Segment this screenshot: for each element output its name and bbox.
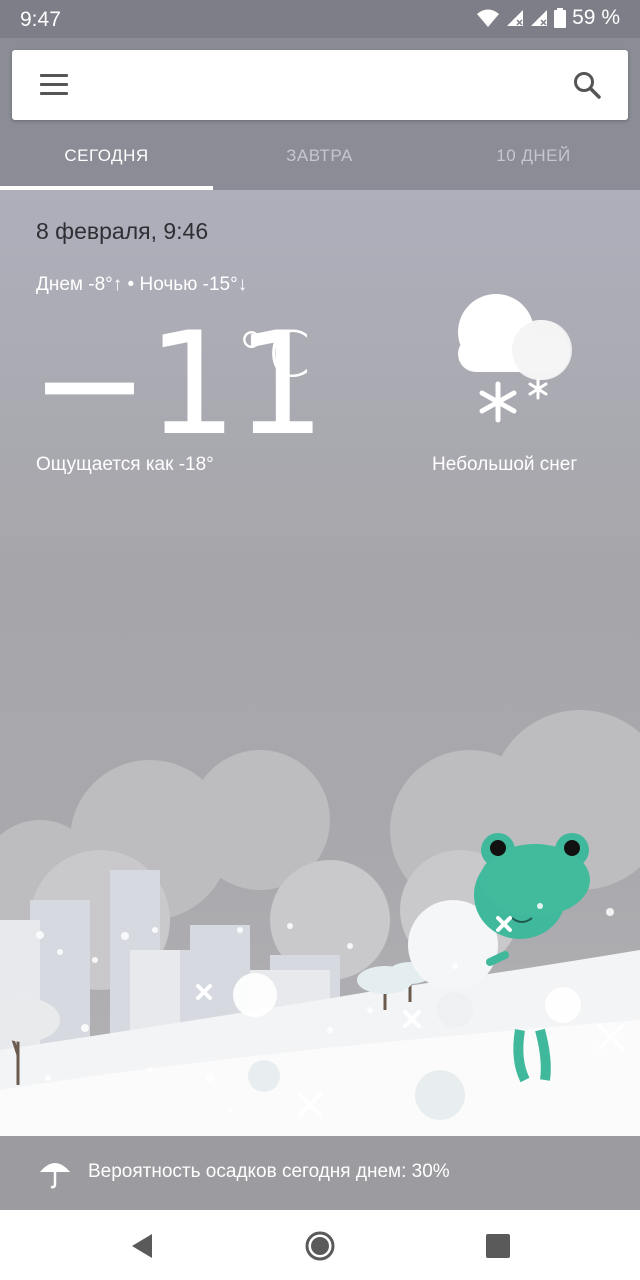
weather-main[interactable]: 8 февраля, 9:46 Днем -8°↑ • Ночью -15°↓ … xyxy=(0,190,640,1136)
temperature-unit: °C xyxy=(236,318,311,391)
app-header: СЕГОДНЯ ЗАВТРА 10 ДНЕЙ xyxy=(0,38,640,190)
search-bar[interactable] xyxy=(12,50,628,120)
menu-icon[interactable] xyxy=(40,74,68,96)
tab-10-days[interactable]: 10 ДНЕЙ xyxy=(427,130,640,190)
status-icons: 59 % xyxy=(476,6,620,30)
battery-percentage: 59 % xyxy=(572,6,620,29)
back-icon[interactable] xyxy=(128,1230,160,1262)
status-bar: 9:47 59 % xyxy=(0,0,640,38)
current-temperature: −11 °C xyxy=(30,302,326,467)
wifi-icon xyxy=(477,9,500,27)
feels-like: Ощущается как -18° xyxy=(36,454,214,475)
snow-cloud-icon xyxy=(458,294,572,423)
signal-icon xyxy=(507,10,524,26)
tab-today[interactable]: СЕГОДНЯ xyxy=(0,130,213,190)
precipitation-bar[interactable]: Вероятность осадков сегодня днем: 30% xyxy=(0,1136,640,1210)
signal-icon xyxy=(531,10,548,26)
home-icon[interactable] xyxy=(304,1230,336,1262)
recents-icon[interactable] xyxy=(482,1230,514,1262)
search-icon[interactable] xyxy=(572,70,602,100)
umbrella-icon xyxy=(40,1163,70,1189)
day-night-temps: Днем -8°↑ • Ночью -15°↓ xyxy=(36,274,248,295)
status-time: 9:47 xyxy=(20,8,61,31)
winter-scene-illustration xyxy=(0,710,640,1136)
condition-label: Небольшой снег xyxy=(432,454,578,475)
battery-icon xyxy=(554,8,567,28)
tab-bar: СЕГОДНЯ ЗАВТРА 10 ДНЕЙ xyxy=(0,130,640,190)
tab-tomorrow[interactable]: ЗАВТРА xyxy=(213,130,426,190)
precipitation-text: Вероятность осадков сегодня днем: 30% xyxy=(88,1161,450,1182)
navigation-bar xyxy=(0,1210,640,1280)
date-time: 8 февраля, 9:46 xyxy=(36,218,209,244)
